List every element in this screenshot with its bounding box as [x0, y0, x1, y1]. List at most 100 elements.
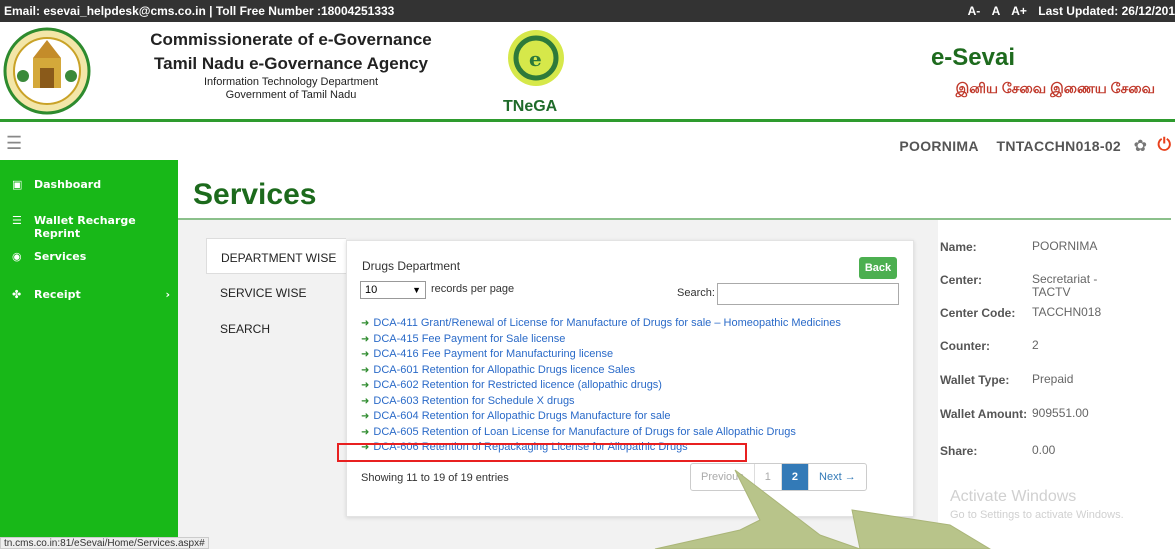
esevai-tagline: இனிய சேவை இணைய சேவை — [955, 80, 1155, 96]
info-key: Center Code: — [940, 306, 1016, 320]
service-link[interactable]: ➜ DCA-602 Retention for Restricted licenc… — [361, 379, 911, 395]
services-panel: Drugs Department Back 10 ▼ records per p… — [346, 240, 914, 517]
sidebar: ▣ Dashboard ☰ Wallet Recharge Reprint ◉ … — [0, 160, 178, 549]
info-key: Wallet Amount: — [940, 407, 1028, 421]
service-link-label: DCA-415 Fee Payment for Sale license — [373, 332, 566, 345]
sidebar-item-receipt[interactable]: ✤ Receipt › — [0, 278, 178, 312]
tnega-label: TNeGA — [503, 98, 558, 115]
back-button[interactable]: Back — [859, 257, 897, 279]
dashboard-icon: ▣ — [12, 178, 23, 191]
center-id: TNTACCHN018-02 — [996, 138, 1121, 154]
sidebar-item-label: Dashboard — [34, 178, 102, 191]
tab-service-wise[interactable]: SERVICE WISE — [206, 274, 346, 310]
sidebar-item-label: Services — [34, 250, 87, 263]
site-header: Commissionerate of e-Governance Tamil Na… — [0, 22, 1175, 122]
entries-summary: Showing 11 to 19 of 19 entries — [361, 472, 509, 484]
arrow-circle-icon: ➜ — [361, 333, 370, 345]
service-link[interactable]: ➜ DCA-604 Retention for Allopathic Drugs … — [361, 410, 911, 426]
activation-watermark-text: Go to Settings to activate Windows. — [950, 509, 1124, 521]
sidebar-item-wallet-recharge-reprint[interactable]: ☰ Wallet Recharge Reprint — [0, 204, 178, 240]
page-title: Services — [193, 178, 317, 211]
service-link-label: DCA-411 Grant/Renewal of License for Man… — [373, 317, 841, 329]
organization-block: Commissionerate of e-Governance Tamil Na… — [138, 28, 444, 102]
service-list: ➜ DCA-411 Grant/Renewal of License for Ma… — [361, 317, 911, 457]
last-updated: Last Updated: 26/12/201 — [1038, 4, 1175, 18]
search-input[interactable] — [717, 283, 899, 305]
service-link[interactable]: ➜ DCA-411 Grant/Renewal of License for Ma… — [361, 317, 911, 333]
pagination-next[interactable]: Next → — [809, 464, 866, 490]
search-label: Search: — [677, 287, 715, 299]
info-key: Wallet Type: — [940, 373, 1010, 387]
chevron-down-icon: ▼ — [412, 285, 421, 295]
username: POORNIMA — [899, 138, 979, 154]
info-value: 0.00 — [1032, 443, 1056, 457]
info-key: Counter: — [940, 339, 990, 353]
tab-search[interactable]: SEARCH — [206, 310, 346, 346]
tamil-nadu-emblem-icon — [3, 27, 91, 115]
arrow-circle-icon: ➜ — [361, 411, 370, 422]
font-normal-button[interactable]: A — [992, 4, 1000, 18]
browser-status-url: tn.cms.co.in:81/eSevai/Home/Services.asp… — [0, 537, 209, 549]
arrow-circle-icon: ➜ — [361, 364, 370, 376]
pagination-page-1[interactable]: 1 — [755, 464, 782, 490]
arrow-circle-icon: ➜ — [361, 318, 370, 329]
records-per-page-select[interactable]: 10 ▼ — [360, 281, 426, 299]
info-key: Share: — [940, 444, 978, 458]
sidebar-item-label: Receipt — [34, 288, 81, 301]
services-icon: ◉ — [12, 250, 22, 263]
sidebar-item-services[interactable]: ◉ Services — [0, 240, 178, 274]
contact-info: Email: esevai_helpdesk@cms.co.in | Toll … — [4, 4, 395, 18]
service-tabs: DEPARTMENT WISE SERVICE WISE SEARCH — [206, 238, 346, 346]
font-decrease-button[interactable]: A- — [968, 4, 981, 18]
chevron-right-icon: › — [165, 288, 170, 301]
sidebar-item-dashboard[interactable]: ▣ Dashboard — [0, 168, 178, 202]
top-contact-bar: Email: esevai_helpdesk@cms.co.in | Toll … — [0, 0, 1175, 22]
font-increase-button[interactable]: A+ — [1011, 4, 1027, 18]
service-link-label: DCA-605 Retention of Loan License for Ma… — [373, 425, 796, 438]
arrow-circle-icon: ➜ — [361, 380, 370, 391]
receipt-icon: ✤ — [12, 288, 22, 301]
arrow-circle-icon: ➜ — [361, 395, 370, 407]
pagination-page-2[interactable]: 2 — [781, 464, 810, 490]
font-size-controls: A- A A+ Last Updated: 26/12/201 — [960, 4, 1175, 18]
info-value: Secretariat - TACTV — [1032, 272, 1098, 299]
service-link[interactable]: ➜ DCA-605 Retention of Loan License for M… — [361, 426, 911, 442]
svg-text:e: e — [529, 47, 542, 71]
tab-department-wise[interactable]: DEPARTMENT WISE — [206, 238, 346, 274]
arrow-circle-icon: ➜ — [361, 349, 370, 360]
records-per-page-label: records per page — [431, 283, 515, 295]
service-link[interactable]: ➜ DCA-415 Fee Payment for Sale license — [361, 333, 911, 349]
wallet-icon: ☰ — [12, 214, 22, 227]
highlight-underline — [337, 460, 607, 462]
info-key: Name: — [940, 240, 977, 254]
service-link-label: DCA-604 Retention for Allopathic Drugs M… — [373, 410, 671, 422]
user-info: POORNIMA TNTACCHN018-02 — [885, 138, 1121, 154]
info-value: 2 — [1032, 338, 1039, 352]
pagination: Previous 1 2 Next → — [690, 463, 867, 491]
service-link-label: DCA-602 Retention for Restricted licence… — [373, 379, 662, 391]
service-link[interactable]: ➜ DCA-416 Fee Payment for Manufacturing l… — [361, 348, 911, 364]
department-title: Drugs Department — [362, 259, 461, 273]
power-icon[interactable]: ⏻ — [1158, 135, 1171, 155]
activation-watermark-title: Activate Windows — [950, 488, 1077, 505]
gear-icon[interactable]: ✿ — [1134, 136, 1147, 156]
esevai-brand: e-Sevai — [930, 44, 1015, 71]
service-link[interactable]: ➜ DCA-603 Retention for Schedule X drugs — [361, 395, 911, 411]
records-per-page-value: 10 — [365, 284, 378, 296]
info-value: POORNIMA — [1032, 239, 1098, 253]
org-gov: Government of Tamil Nadu — [225, 89, 357, 101]
pagination-previous[interactable]: Previous — [691, 464, 755, 490]
service-link-label: DCA-603 Retention for Schedule X drugs — [373, 394, 575, 407]
service-link-label: DCA-601 Retention for Allopathic Drugs l… — [373, 363, 636, 376]
org-title-2: Tamil Nadu e-Governance Agency — [154, 54, 428, 73]
org-dept: Information Technology Department — [203, 76, 379, 88]
info-key: Center: — [940, 273, 983, 287]
info-value: Prepaid — [1032, 372, 1074, 386]
service-link[interactable]: ➜ DCA-601 Retention for Allopathic Drugs … — [361, 364, 911, 380]
info-value: TACCHN018 — [1032, 305, 1102, 319]
sidebar-item-label: Wallet Recharge Reprint — [34, 214, 136, 240]
arrow-circle-icon: ➜ — [361, 426, 370, 438]
info-value: 909551.00 — [1032, 406, 1089, 420]
hamburger-menu-icon[interactable]: ☰ — [6, 133, 22, 154]
service-link-label: DCA-416 Fee Payment for Manufacturing li… — [373, 348, 614, 360]
